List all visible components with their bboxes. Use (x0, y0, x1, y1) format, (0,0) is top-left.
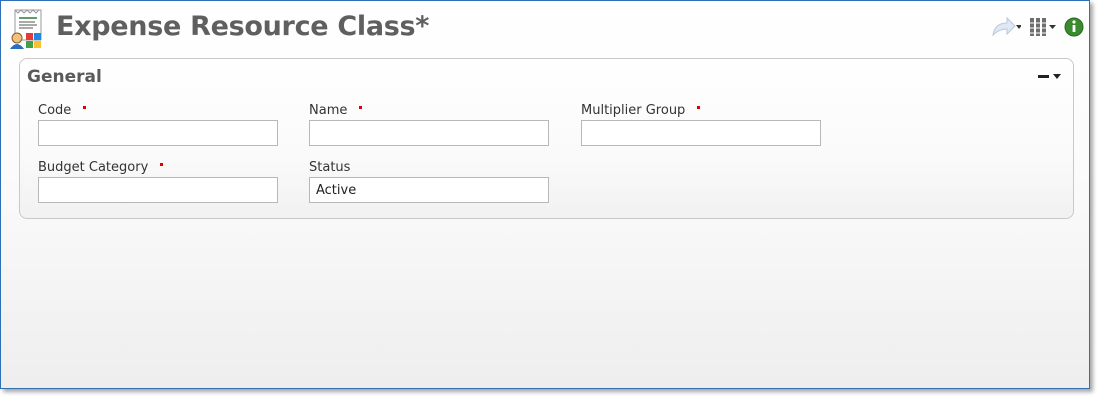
code-field: Code (38, 102, 278, 146)
status-label: Status (309, 160, 351, 175)
multiplier-group-label: Multiplier Group (581, 103, 686, 118)
budget-category-label: Budget Category (38, 160, 149, 175)
status-input[interactable] (309, 177, 549, 203)
name-field: Name (309, 102, 549, 146)
code-label: Code (38, 103, 72, 118)
code-input[interactable] (38, 120, 278, 146)
multiplier-group-input[interactable] (581, 120, 821, 146)
header-toolbar (984, 15, 1084, 39)
expense-report-icon (9, 9, 49, 49)
page-title: Expense Resource Class* (56, 11, 430, 42)
required-marker (160, 163, 164, 166)
general-section: General Code Name Multiplier Group Budge… (19, 58, 1074, 219)
name-input[interactable] (309, 120, 549, 146)
collapse-icon[interactable] (1037, 69, 1063, 83)
section-title: General (27, 67, 102, 87)
status-field: Status (309, 159, 549, 203)
required-marker (359, 106, 363, 109)
share-icon[interactable] (989, 15, 1022, 39)
expense-resource-class-window: Expense Resource Class* General Code Nam… (0, 0, 1090, 389)
page-header: Expense Resource Class* (9, 9, 1084, 49)
columns-menu-icon[interactable] (1028, 15, 1062, 39)
required-marker (697, 106, 701, 109)
name-label: Name (309, 103, 348, 118)
multiplier-group-field: Multiplier Group (581, 102, 821, 146)
budget-category-field: Budget Category (38, 159, 278, 203)
required-marker (83, 106, 87, 109)
info-icon[interactable] (1064, 15, 1084, 39)
budget-category-input[interactable] (38, 177, 278, 203)
